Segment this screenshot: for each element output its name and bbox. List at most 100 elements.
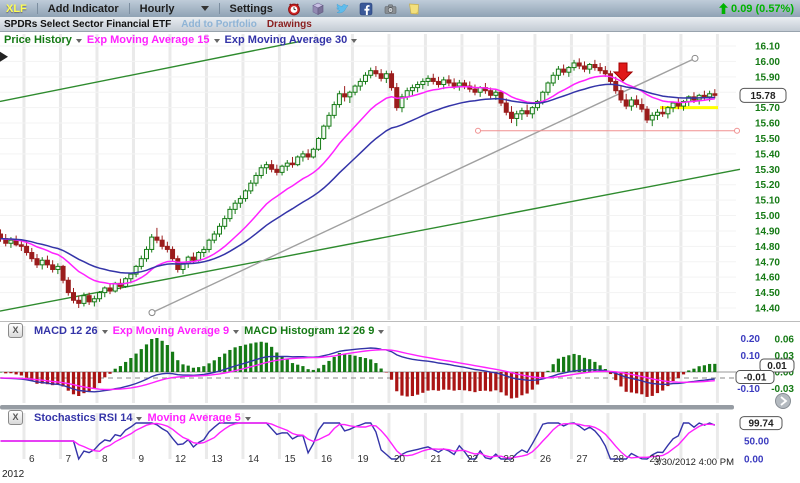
macd-line-tick: -0.10 — [737, 384, 760, 395]
macd-hist-bar — [25, 372, 28, 378]
macd-hist-bar — [416, 372, 419, 395]
add-indicator-button[interactable]: Add Indicator — [48, 3, 119, 15]
macd-close-button[interactable]: X — [8, 323, 23, 338]
chevron-down-icon — [351, 39, 357, 43]
candle — [30, 253, 34, 259]
candle — [40, 260, 44, 265]
candle — [280, 166, 284, 172]
price-history-dropdown[interactable]: Price History — [4, 34, 82, 46]
macd-hist-bar — [359, 357, 362, 372]
interval-value: Hourly — [140, 3, 175, 15]
alerts-icon[interactable] — [287, 1, 302, 16]
ema15-dropdown[interactable]: Exp Moving Average 15 — [87, 34, 220, 46]
price-tick: 14.40 — [755, 304, 780, 315]
macd-hist-bar — [140, 349, 143, 372]
facebook-icon[interactable] — [359, 1, 374, 16]
candle — [546, 83, 550, 92]
macd-hist-bar — [192, 368, 195, 372]
macd-hist-bar — [656, 372, 659, 393]
candle — [285, 163, 289, 166]
candle — [197, 253, 201, 261]
macd-signal-dropdown[interactable]: Exp Moving Average 9 — [113, 325, 240, 337]
candle — [332, 105, 336, 116]
drawings-link[interactable]: Drawings — [267, 19, 312, 30]
stoch-ma-dropdown[interactable]: Moving Average 5 — [147, 412, 250, 424]
macd-hist-bar — [161, 341, 164, 372]
candle — [35, 259, 39, 265]
candle — [369, 71, 373, 76]
stoch-close-button[interactable]: X — [8, 410, 23, 425]
macd-hist-tick: 0.06 — [775, 335, 795, 346]
macd-hist-bar — [458, 372, 461, 390]
ema30-dropdown[interactable]: Exp Moving Average 30 — [225, 34, 358, 46]
macd-line-tick: 0.20 — [741, 334, 761, 345]
macd-hist-bar — [98, 372, 101, 383]
macd-histogram-dropdown[interactable]: MACD Histogram 12 26 9 — [244, 325, 384, 337]
toolbar-icons — [287, 1, 422, 16]
macd-hist-bar — [124, 362, 127, 372]
stoch-panel-header: X Stochastics RSI 14 Moving Average 5 — [8, 410, 251, 425]
macd-panel-header: X MACD 12 26 Exp Moving Average 9 MACD H… — [8, 323, 384, 338]
notes-icon[interactable] — [407, 1, 422, 16]
macd-hist-bar — [114, 369, 117, 372]
quote-change: 0.09 (0.57%) — [719, 3, 794, 15]
macd-hist-bar — [150, 339, 153, 372]
candle — [572, 63, 576, 68]
candle — [171, 249, 175, 258]
chevron-down-icon — [102, 330, 108, 334]
macd-hist-bar — [280, 356, 283, 372]
cube-icon[interactable] — [311, 1, 326, 16]
macd-dropdown[interactable]: MACD 12 26 — [34, 325, 108, 337]
candle — [530, 108, 534, 114]
macd-hist-bar — [489, 372, 492, 391]
date-tick: 14 — [248, 454, 260, 465]
macd-hist-bar — [713, 364, 716, 372]
candle — [343, 94, 347, 97]
macd-hist-bar — [187, 366, 190, 372]
macd-hist-bar — [88, 372, 91, 392]
settings-button[interactable]: Settings — [230, 3, 273, 15]
scroll-right-button[interactable] — [776, 394, 791, 409]
date-tick: 27 — [576, 454, 588, 465]
candle — [296, 157, 300, 165]
candle — [228, 209, 232, 218]
candle — [629, 100, 633, 106]
candle — [249, 183, 253, 191]
add-to-portfolio-link[interactable]: Add to Portfolio — [181, 19, 257, 30]
date-tick: 8 — [102, 454, 108, 465]
candle — [447, 80, 451, 83]
candle — [144, 249, 148, 258]
candle — [264, 165, 268, 168]
candle — [676, 103, 680, 106]
macd-hist-bar — [682, 372, 685, 374]
candle — [51, 265, 55, 270]
macd-hist-bar — [322, 365, 325, 372]
chart-scrollbar[interactable] — [0, 405, 734, 410]
symbol-bar: SPDRs Select Sector Financial ETF Add to… — [0, 17, 800, 32]
stochrsi-dropdown[interactable]: Stochastics RSI 14 — [34, 412, 142, 424]
candle — [108, 288, 112, 291]
macd-hist-bar — [275, 352, 278, 372]
interval-dropdown[interactable]: Hourly — [140, 3, 209, 15]
symbol-full-name: SPDRs Select Sector Financial ETF — [4, 19, 171, 30]
macd-hist-bar — [708, 364, 711, 372]
candle — [348, 92, 352, 97]
candle — [290, 163, 294, 165]
macd-hist-bar — [145, 344, 148, 372]
candle — [202, 249, 206, 252]
macd-hist-bar — [197, 367, 200, 372]
candle — [317, 138, 321, 149]
symbol-ticker[interactable]: XLF — [6, 3, 27, 15]
macd-hist-bar — [176, 360, 179, 372]
candle — [588, 64, 592, 69]
twitter-icon[interactable] — [335, 1, 350, 16]
macd-hist-bar — [692, 369, 695, 372]
price-tick: 14.50 — [755, 288, 780, 299]
macd-hist-bar — [239, 346, 242, 372]
macd-hist-bar — [291, 363, 294, 372]
top-toolbar: XLF Add Indicator Hourly Settings 0.09 (… — [0, 0, 800, 17]
macd-hist-bar — [400, 372, 403, 396]
candle — [556, 69, 560, 75]
price-panel-header: Price History Exp Moving Average 15 Exp … — [4, 34, 357, 46]
snapshot-icon[interactable] — [383, 1, 398, 16]
